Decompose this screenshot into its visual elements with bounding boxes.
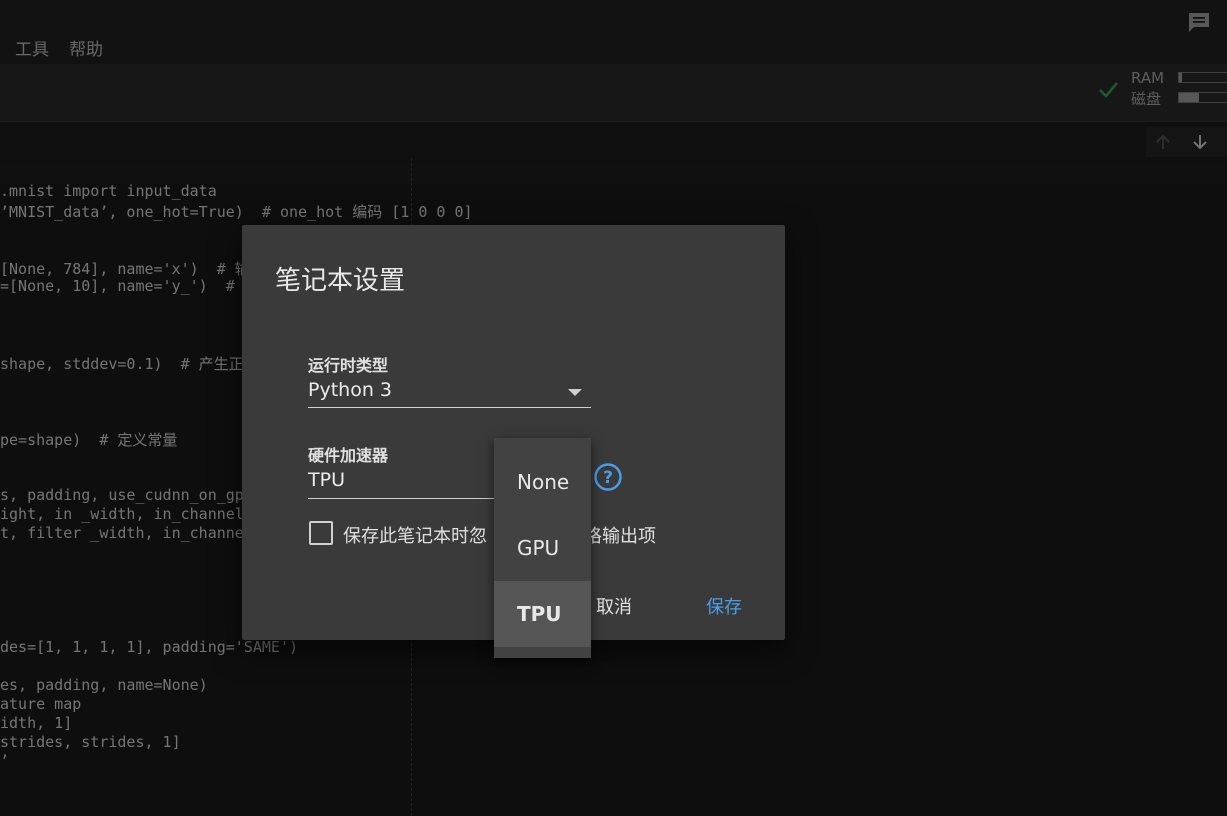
- accelerator-option-tpu[interactable]: TPU: [494, 581, 591, 647]
- dialog-title: 笔记本设置: [275, 266, 406, 296]
- runtime-type-underline: [308, 407, 591, 408]
- hardware-accelerator-select[interactable]: TPU: [308, 469, 345, 491]
- help-icon[interactable]: ?: [593, 462, 623, 492]
- hardware-accelerator-label: 硬件加速器: [308, 446, 389, 465]
- omit-output-label-prefix: 保存此笔记本时忽: [343, 526, 487, 547]
- omit-output-label-suffix: 格输出项: [584, 526, 656, 547]
- hardware-accelerator-underline: [308, 498, 495, 499]
- cancel-button[interactable]: 取消: [596, 593, 632, 619]
- accelerator-option-none[interactable]: None: [494, 449, 591, 515]
- chevron-down-icon[interactable]: [568, 389, 582, 396]
- omit-output-checkbox[interactable]: [309, 521, 333, 545]
- save-button[interactable]: 保存: [706, 593, 742, 619]
- runtime-type-select[interactable]: Python 3: [308, 379, 392, 401]
- svg-text:?: ?: [603, 468, 613, 488]
- accelerator-option-gpu[interactable]: GPU: [494, 515, 591, 581]
- runtime-type-label: 运行时类型: [308, 356, 389, 375]
- accelerator-dropdown-menu: None GPU TPU: [494, 438, 591, 658]
